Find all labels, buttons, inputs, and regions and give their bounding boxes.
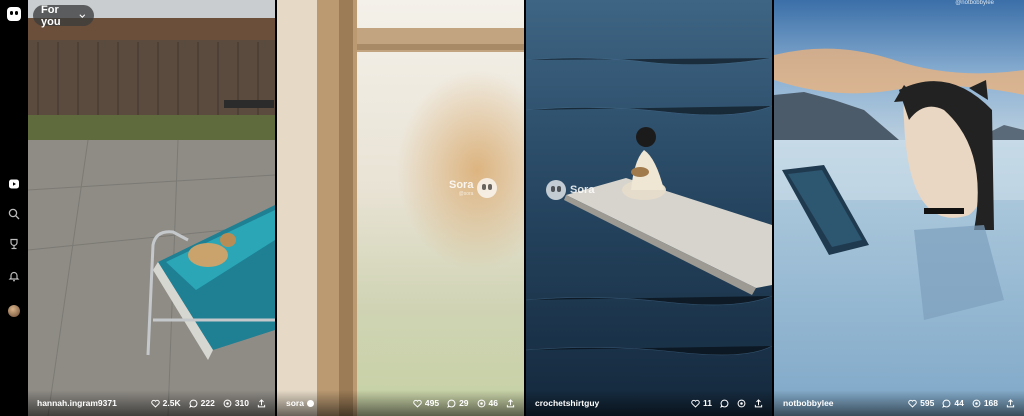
heart-icon bbox=[150, 399, 160, 408]
remix-icon bbox=[737, 399, 746, 407]
author-name: hannah.ingram9371 bbox=[37, 398, 117, 408]
video-thumbnail bbox=[526, 0, 772, 416]
heart-icon bbox=[908, 399, 917, 408]
remix-count: 310 bbox=[234, 398, 249, 408]
comment-button[interactable] bbox=[720, 399, 729, 408]
card-footer: hannah.ingram9371 2.5K 222 310 bbox=[28, 390, 275, 416]
watermark-handle: @notbobbylee bbox=[955, 0, 994, 6]
share-icon bbox=[754, 398, 763, 407]
share-button[interactable] bbox=[754, 398, 763, 408]
like-count: 11 bbox=[703, 398, 712, 408]
watermark-text: Sora bbox=[449, 178, 474, 191]
video-card[interactable]: Sora crochetshirtguy 11 bbox=[526, 0, 772, 416]
remix-count: 168 bbox=[983, 398, 998, 408]
video-thumbnail bbox=[277, 0, 524, 416]
verified-icon bbox=[306, 399, 314, 407]
author[interactable]: hannah.ingram9371 bbox=[37, 398, 117, 408]
like-button[interactable]: 2.5K bbox=[150, 398, 181, 408]
remix-count: 46 bbox=[488, 398, 498, 408]
comment-button[interactable]: 29 bbox=[447, 398, 469, 408]
card-footer: notbobbylee 595 44 168 bbox=[774, 390, 1024, 416]
filter-label: For you bbox=[41, 3, 61, 28]
video-thumbnail bbox=[774, 0, 1024, 416]
comment-icon bbox=[447, 399, 456, 408]
remix-button[interactable]: 46 bbox=[477, 398, 498, 408]
sora-watermark: Sora @sora bbox=[449, 178, 498, 198]
remix-icon bbox=[972, 399, 981, 407]
author-name: notbobbylee bbox=[783, 398, 834, 408]
author-name: sora bbox=[286, 398, 304, 408]
heart-icon bbox=[691, 399, 700, 408]
comment-icon bbox=[720, 399, 729, 408]
home-icon[interactable] bbox=[6, 176, 22, 192]
card-footer: sora 495 29 46 bbox=[277, 390, 524, 416]
search-icon[interactable] bbox=[6, 206, 22, 222]
like-button[interactable]: 11 bbox=[691, 398, 712, 408]
share-icon bbox=[506, 398, 515, 407]
sora-watermark: Sora bbox=[546, 180, 594, 200]
share-button[interactable] bbox=[257, 398, 266, 408]
comment-icon bbox=[942, 399, 951, 408]
share-icon bbox=[257, 398, 266, 407]
author[interactable]: sora bbox=[286, 398, 314, 408]
video-card[interactable]: @notbobbylee notbobbylee 595 44 168 bbox=[774, 0, 1024, 416]
author[interactable]: crochetshirtguy bbox=[535, 398, 599, 408]
watermark-handle: @sora bbox=[458, 190, 474, 197]
bell-icon[interactable] bbox=[6, 268, 22, 284]
share-button[interactable] bbox=[506, 398, 515, 408]
chevron-down-icon bbox=[79, 13, 86, 18]
remix-icon bbox=[223, 399, 232, 407]
remix-button[interactable]: 168 bbox=[972, 398, 998, 408]
share-button[interactable] bbox=[1006, 398, 1015, 408]
author[interactable]: notbobbylee bbox=[783, 398, 834, 408]
like-button[interactable]: 595 bbox=[908, 398, 934, 408]
remix-icon bbox=[477, 399, 485, 407]
comment-button[interactable]: 222 bbox=[188, 398, 215, 408]
comment-count: 29 bbox=[459, 398, 469, 408]
trophy-icon[interactable] bbox=[6, 236, 22, 252]
app-logo[interactable] bbox=[7, 7, 21, 21]
video-card[interactable]: hannah.ingram9371 2.5K 222 310 bbox=[28, 0, 275, 416]
comment-icon bbox=[188, 399, 198, 408]
video-card[interactable]: Sora @sora sora 495 29 46 bbox=[277, 0, 524, 416]
comment-count: 222 bbox=[200, 398, 215, 408]
video-thumbnail bbox=[28, 0, 275, 416]
comment-count: 44 bbox=[954, 398, 964, 408]
left-rail bbox=[0, 0, 28, 416]
like-button[interactable]: 495 bbox=[413, 398, 439, 408]
sora-logo-icon bbox=[477, 178, 498, 198]
like-count: 595 bbox=[920, 398, 935, 408]
like-count: 2.5K bbox=[162, 398, 181, 408]
comment-button[interactable]: 44 bbox=[942, 398, 964, 408]
like-count: 495 bbox=[424, 398, 440, 408]
author-name: crochetshirtguy bbox=[535, 398, 600, 408]
for-you-filter[interactable]: For you bbox=[33, 3, 94, 28]
avatar[interactable] bbox=[8, 305, 20, 317]
remix-button[interactable]: 310 bbox=[223, 398, 249, 408]
watermark-text: Sora bbox=[570, 183, 595, 196]
sora-logo-icon bbox=[546, 180, 566, 200]
card-footer: crochetshirtguy 11 bbox=[526, 390, 772, 416]
share-icon bbox=[1006, 398, 1015, 407]
remix-button[interactable] bbox=[737, 399, 746, 408]
heart-icon bbox=[413, 399, 422, 408]
